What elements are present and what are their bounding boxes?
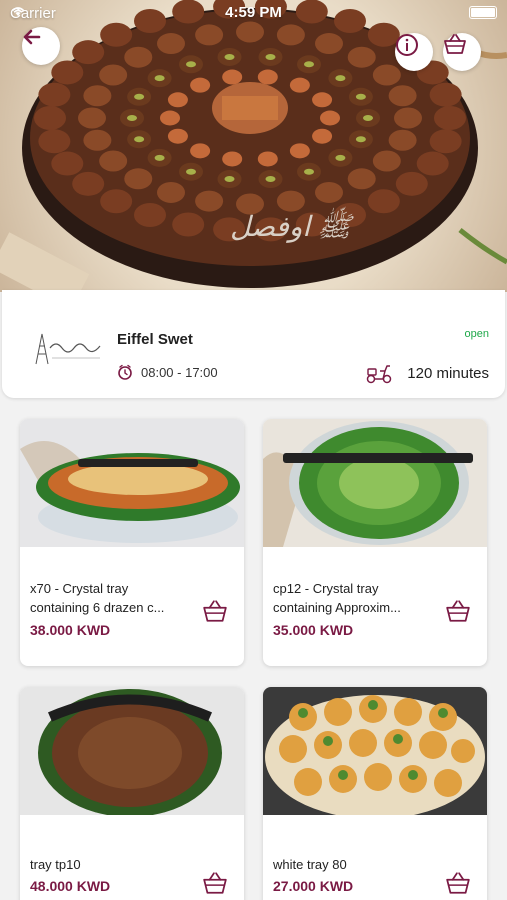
product-price: 48.000 KWD xyxy=(30,878,111,894)
product-image xyxy=(263,419,487,547)
product-name-line1: x70 - Crystal tray xyxy=(30,581,129,596)
svg-text:ﷺ ﺍﻭﻓﺼﻞ: ﷺ ﺍﻭﻓﺼﻞ xyxy=(230,206,354,243)
product-name-line1: white tray 80 xyxy=(273,857,347,872)
product-name-line2: containing 6 drazen c... xyxy=(30,600,165,615)
delivery-time-text: 120 minutes xyxy=(407,364,489,382)
store-status-badge: open xyxy=(464,328,489,340)
product-name-line1: tray tp10 xyxy=(30,857,81,872)
info-icon xyxy=(396,34,418,56)
product-name: x70 - Crystal tray containing 6 drazen c… xyxy=(30,579,200,617)
clock-icon xyxy=(118,364,132,380)
product-name: white tray 80 xyxy=(273,855,443,874)
back-button[interactable] xyxy=(22,27,60,65)
store-name: Eiffel Swet xyxy=(117,331,193,348)
product-name: tray tp10 xyxy=(30,855,200,874)
store-info-button[interactable] xyxy=(395,33,433,71)
product-name: cp12 - Crystal tray containing Approxim.… xyxy=(273,579,443,617)
product-price: 27.000 KWD xyxy=(273,878,354,894)
product-name-line2: containing Approxim... xyxy=(273,600,401,615)
add-to-basket-icon[interactable] xyxy=(202,871,228,895)
store-hours-text: 08:00 - 17:00 xyxy=(141,364,218,380)
product-card[interactable]: cp12 - Crystal tray containing Approxim.… xyxy=(263,419,487,666)
battery-icon xyxy=(469,6,497,19)
basket-button[interactable] xyxy=(443,33,481,71)
status-time: 4:59 PM xyxy=(225,4,282,21)
arrow-left-icon xyxy=(23,29,41,45)
add-to-basket-icon[interactable] xyxy=(202,599,228,623)
add-to-basket-icon[interactable] xyxy=(445,871,471,895)
add-to-basket-icon[interactable] xyxy=(445,599,471,623)
store-info-card: Eiffel Swet 08:00 - 17:00 open 120 minut… xyxy=(2,290,505,398)
product-image xyxy=(20,687,244,815)
product-price: 35.000 KWD xyxy=(273,622,354,638)
delivery-time: 120 minutes xyxy=(365,362,489,384)
product-image xyxy=(20,419,244,547)
basket-icon xyxy=(444,34,466,54)
delivery-scooter-icon xyxy=(367,365,392,384)
store-hours: 08:00 - 17:00 xyxy=(117,364,218,380)
store-logo xyxy=(35,333,101,365)
product-name-line1: cp12 - Crystal tray xyxy=(273,581,379,596)
store-hero-image: ﷺ ﺍﻭﻓﺼﻞ Carrier 4:59 PM xyxy=(0,0,507,292)
product-image xyxy=(263,687,487,815)
product-price: 38.000 KWD xyxy=(30,622,111,638)
product-card[interactable]: tray tp10 48.000 KWD xyxy=(20,687,244,900)
product-card[interactable]: x70 - Crystal tray containing 6 drazen c… xyxy=(20,419,244,666)
product-card[interactable]: white tray 80 27.000 KWD xyxy=(263,687,487,900)
status-bar: Carrier 4:59 PM xyxy=(0,0,507,26)
